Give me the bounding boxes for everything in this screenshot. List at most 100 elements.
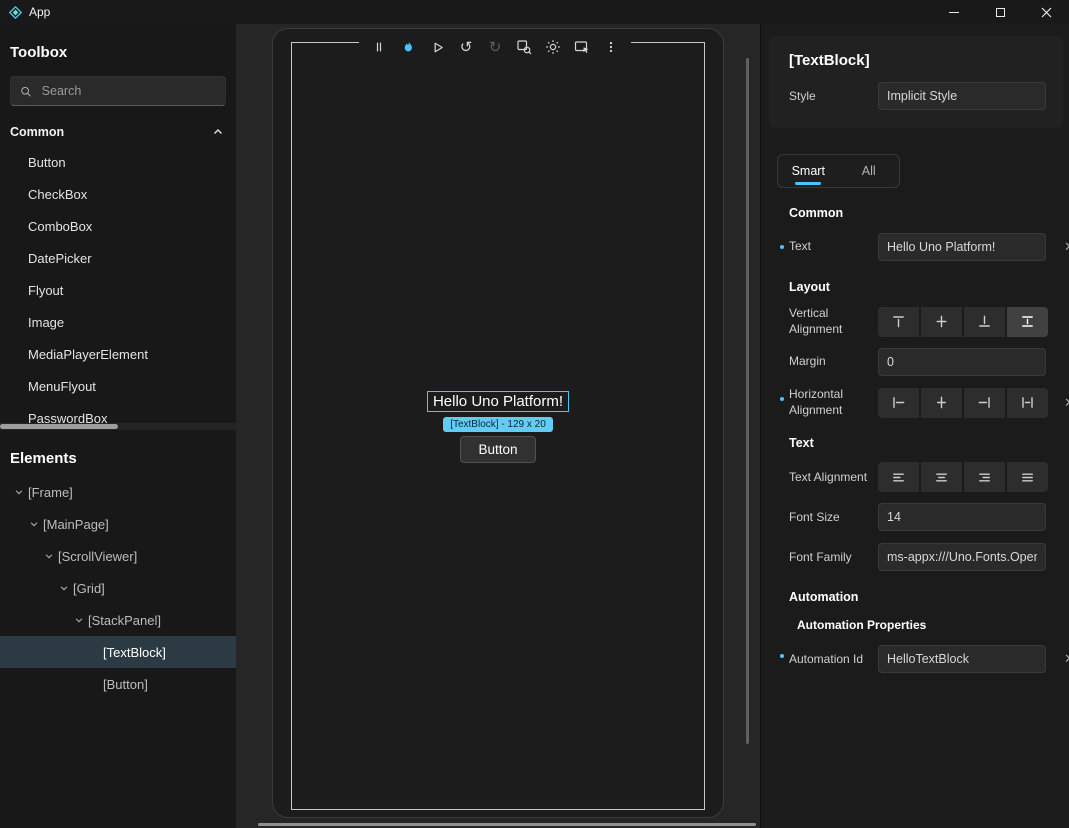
section-layout: Layout — [789, 280, 1069, 294]
more-menu-button[interactable] — [601, 37, 621, 57]
toolbox-item-datepicker[interactable]: DatePicker — [0, 242, 236, 274]
elements-title: Elements — [10, 450, 236, 468]
tree-item-label: [Button] — [103, 677, 148, 692]
inspect-button[interactable] — [514, 37, 534, 57]
section-common: Common — [789, 206, 1069, 220]
align-top-button[interactable] — [878, 307, 919, 337]
chevron-down-icon[interactable] — [40, 551, 58, 561]
align-right-icon — [977, 395, 992, 410]
vertical-alignment-group — [878, 307, 1048, 337]
font-family-input[interactable] — [878, 543, 1046, 571]
elements-tree: [Frame] [MainPage] [ScrollViewer] [Grid] [St… — [0, 476, 236, 700]
toolbox-item-flyout[interactable]: Flyout — [0, 274, 236, 306]
modified-indicator — [780, 397, 784, 401]
redo-button[interactable]: ↻ — [485, 37, 505, 57]
horizontal-alignment-label: Horizontal Alignment — [789, 387, 878, 418]
margin-input[interactable] — [878, 348, 1046, 376]
tree-item-label: [MainPage] — [43, 517, 109, 532]
chevron-down-icon[interactable] — [70, 615, 88, 625]
align-hstretch-icon — [1020, 395, 1035, 410]
design-button[interactable]: Button — [460, 436, 535, 463]
toolbox-item-button[interactable]: Button — [0, 146, 236, 178]
text-align-left-button[interactable] — [878, 462, 919, 492]
tree-item-button[interactable]: [Button] — [0, 668, 236, 700]
close-icon — [1041, 7, 1052, 18]
canvas-vertical-scrollbar[interactable] — [746, 58, 749, 744]
selection-size-badge: [TextBlock] - 129 x 20 — [443, 417, 553, 432]
vertical-alignment-label: Vertical Alignment — [789, 306, 878, 337]
pick-element-icon — [574, 39, 590, 55]
font-size-label: Font Size — [789, 510, 878, 526]
align-bottom-icon — [977, 314, 992, 329]
toolbox-section-common[interactable]: Common — [10, 124, 224, 140]
tree-item-grid[interactable]: [Grid] — [0, 572, 236, 604]
toolbox-search[interactable] — [10, 76, 226, 106]
maximize-button[interactable] — [977, 0, 1023, 24]
tree-item-label: [Grid] — [73, 581, 105, 596]
clipped-bind-icon[interactable]: ✕ — [1064, 652, 1069, 666]
text-align-center-button[interactable] — [921, 462, 962, 492]
align-vcenter-icon — [934, 314, 949, 329]
tab-all[interactable]: All — [839, 155, 900, 187]
pick-element-button[interactable] — [572, 37, 592, 57]
chevron-up-icon — [212, 126, 224, 138]
align-hcenter-button[interactable] — [921, 388, 962, 418]
chevron-down-icon[interactable] — [10, 487, 28, 497]
search-input[interactable] — [40, 83, 216, 99]
align-vcenter-button[interactable] — [921, 307, 962, 337]
toolbox-item-menuflyout[interactable]: MenuFlyout — [0, 370, 236, 402]
play-button[interactable] — [427, 37, 447, 57]
properties-header-card: [TextBlock] Style — [769, 36, 1063, 128]
search-icon — [20, 85, 32, 98]
scrollbar-thumb[interactable] — [0, 424, 118, 429]
toolbox-item-image[interactable]: Image — [0, 306, 236, 338]
selected-element-title: [TextBlock] — [789, 52, 1063, 69]
toolbar-drag-handle[interactable] — [369, 37, 389, 57]
section-text: Text — [789, 436, 1069, 450]
close-button[interactable] — [1023, 0, 1069, 24]
design-surface[interactable]: Hello Uno Platform! [TextBlock] - 129 x … — [291, 42, 705, 810]
drag-handle-icon — [372, 40, 386, 54]
automation-id-label: Automation Id — [789, 652, 878, 668]
undo-button[interactable]: ↺ — [456, 37, 476, 57]
automation-id-input[interactable] — [878, 645, 1046, 673]
align-left-icon — [891, 395, 906, 410]
align-vstretch-button[interactable] — [1007, 307, 1048, 337]
tree-item-textblock[interactable]: [TextBlock] — [0, 636, 236, 668]
automation-properties-title: Automation Properties — [797, 618, 1069, 632]
tab-smart-label: Smart — [792, 164, 825, 178]
titlebar: App — [0, 0, 1069, 24]
align-left-button[interactable] — [878, 388, 919, 418]
clipped-bind-icon[interactable]: ✕ — [1064, 396, 1069, 410]
text-input[interactable] — [878, 233, 1046, 261]
toolbox-item-mediaplayerelement[interactable]: MediaPlayerElement — [0, 338, 236, 370]
toolbox-horizontal-scrollbar[interactable] — [0, 423, 236, 430]
chevron-down-icon[interactable] — [55, 583, 73, 593]
style-label: Style — [789, 89, 878, 103]
align-bottom-button[interactable] — [964, 307, 1005, 337]
align-hstretch-button[interactable] — [1007, 388, 1048, 418]
tree-item-stackpanel[interactable]: [StackPanel] — [0, 604, 236, 636]
text-align-left-icon — [891, 470, 906, 485]
hot-reload-button[interactable] — [398, 37, 418, 57]
toolbox-item-checkbox[interactable]: CheckBox — [0, 178, 236, 210]
modified-indicator — [780, 245, 784, 249]
theme-button[interactable] — [543, 37, 563, 57]
selected-textblock[interactable]: Hello Uno Platform! — [427, 391, 569, 412]
text-align-justify-button[interactable] — [1007, 462, 1048, 492]
tab-smart[interactable]: Smart — [778, 155, 839, 187]
font-size-input[interactable] — [878, 503, 1046, 531]
toolbox-title: Toolbox — [10, 44, 236, 62]
property-row-text-alignment: Text Alignment — [761, 462, 1069, 492]
clipped-bind-icon[interactable]: ✕ — [1064, 240, 1069, 254]
tree-item-scrollviewer[interactable]: [ScrollViewer] — [0, 540, 236, 572]
chevron-down-icon[interactable] — [25, 519, 43, 529]
text-align-right-button[interactable] — [964, 462, 1005, 492]
minimize-button[interactable] — [931, 0, 977, 24]
tree-item-mainpage[interactable]: [MainPage] — [0, 508, 236, 540]
style-input[interactable] — [878, 82, 1046, 110]
tree-item-frame[interactable]: [Frame] — [0, 476, 236, 508]
canvas-horizontal-scrollbar[interactable] — [258, 823, 756, 826]
toolbox-item-combobox[interactable]: ComboBox — [0, 210, 236, 242]
align-right-button[interactable] — [964, 388, 1005, 418]
